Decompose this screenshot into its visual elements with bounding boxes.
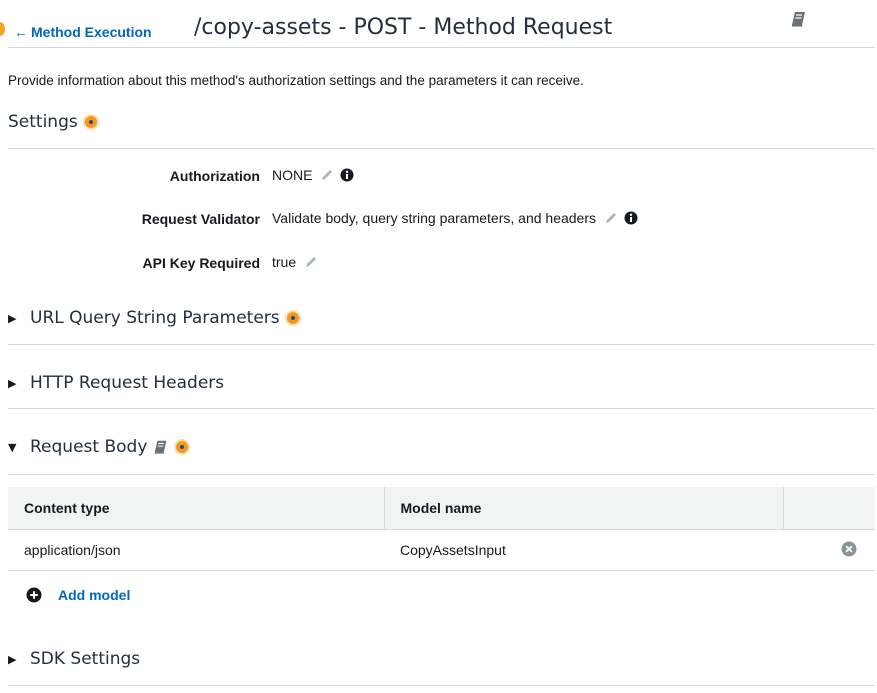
actions-column-header xyxy=(782,487,875,530)
header-divider xyxy=(8,47,875,48)
http-request-headers-title: HTTP Request Headers xyxy=(30,373,225,393)
remove-model-cell xyxy=(783,529,875,571)
pencil-icon[interactable] xyxy=(604,211,618,225)
section-divider xyxy=(8,685,875,686)
back-to-method-execution-link[interactable]: ← Method Execution xyxy=(14,24,152,40)
book-icon[interactable] xyxy=(153,439,169,455)
add-model-label: Add model xyxy=(58,587,131,603)
add-model-button[interactable]: Add model xyxy=(26,587,130,603)
sdk-settings-toggle[interactable]: ▶ SDK Settings xyxy=(8,649,140,669)
request-validator-value: Validate body, query string parameters, … xyxy=(272,210,597,226)
pencil-icon[interactable] xyxy=(304,255,318,269)
help-dot-icon[interactable] xyxy=(286,312,299,324)
api-key-required-label: API Key Required xyxy=(142,255,260,271)
request-validator-value-row: Validate body, query string parameters, … xyxy=(272,210,638,226)
plus-circle-icon xyxy=(26,587,42,603)
url-query-string-parameters-toggle[interactable]: ▶ URL Query String Parameters xyxy=(8,308,299,328)
page-title: /copy-assets - POST - Method Request xyxy=(194,15,613,40)
model-name-column-header: Model name xyxy=(383,487,783,530)
section-divider xyxy=(8,474,875,475)
settings-divider xyxy=(8,148,875,149)
content-type-cell: application/json xyxy=(8,529,384,571)
request-body-title: Request Body xyxy=(30,437,148,457)
model-name-cell: CopyAssetsInput xyxy=(384,529,783,571)
section-divider xyxy=(8,344,875,345)
book-icon[interactable] xyxy=(790,10,808,33)
help-dot-icon[interactable] xyxy=(176,441,189,453)
caret-down-icon: ▼ xyxy=(8,440,17,454)
request-body-toggle[interactable]: ▼ Request Body xyxy=(8,437,189,457)
api-key-required-value: true xyxy=(272,254,297,270)
sdk-settings-title: SDK Settings xyxy=(30,649,141,669)
content-type-column-header: Content type xyxy=(8,487,384,530)
authorization-value: NONE xyxy=(272,167,313,183)
settings-title: Settings xyxy=(8,112,78,132)
http-request-headers-toggle[interactable]: ▶ HTTP Request Headers xyxy=(8,373,224,393)
table-header-row: Content type Model name xyxy=(8,487,875,530)
authorization-label: Authorization xyxy=(169,168,260,184)
back-link-label: Method Execution xyxy=(31,24,152,40)
settings-heading: Settings xyxy=(8,112,97,132)
request-validator-label: Request Validator xyxy=(141,211,260,227)
caret-right-icon: ▶ xyxy=(8,376,17,390)
pencil-icon[interactable] xyxy=(320,168,334,182)
url-query-string-parameters-title: URL Query String Parameters xyxy=(30,308,280,328)
table-row: application/json CopyAssetsInput xyxy=(8,529,875,571)
request-body-models-table: Content type Model name application/json… xyxy=(8,487,875,571)
help-dot-icon[interactable] xyxy=(84,116,97,128)
help-dot-partial xyxy=(0,22,5,36)
info-icon[interactable] xyxy=(340,168,354,182)
remove-circle-icon[interactable] xyxy=(841,541,857,557)
info-icon[interactable] xyxy=(624,211,638,225)
section-divider xyxy=(8,408,875,409)
caret-right-icon: ▶ xyxy=(8,311,17,325)
arrow-left-icon: ← xyxy=(14,24,28,40)
caret-right-icon: ▶ xyxy=(8,652,17,666)
page-description: Provide information about this method's … xyxy=(8,73,584,88)
authorization-value-row: NONE xyxy=(272,167,354,183)
api-key-required-value-row: true xyxy=(272,254,318,270)
